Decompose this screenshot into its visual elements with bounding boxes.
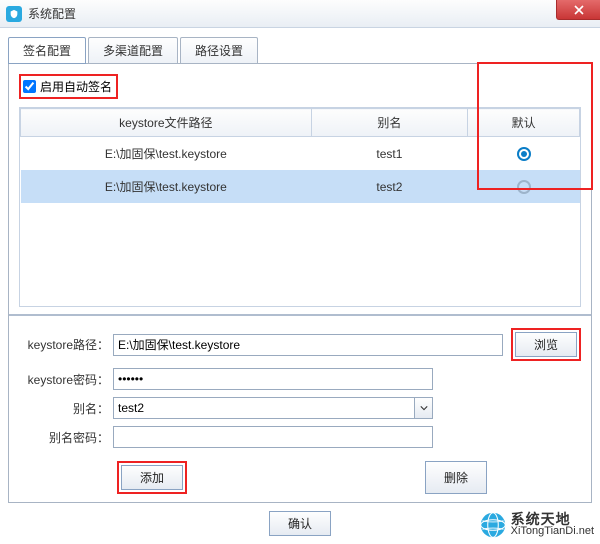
tab-panel: 启用自动签名 keystore文件路径 别名 默认 E:\加固保\test.ke…	[8, 63, 592, 503]
tab-signature-config[interactable]: 签名配置	[8, 37, 86, 64]
label-keystore-pwd: keystore密码：	[19, 371, 113, 388]
table-row[interactable]: E:\加固保\test.keystore test2	[21, 170, 580, 203]
radio-default-icon[interactable]	[517, 147, 531, 161]
enable-auto-sign-checkbox[interactable]	[23, 80, 36, 93]
select-alias[interactable]	[113, 397, 433, 419]
browse-button[interactable]: 浏览	[515, 332, 577, 357]
add-highlight: 添加	[117, 461, 187, 494]
cell-alias: test1	[311, 137, 468, 171]
input-alias-pwd[interactable]	[113, 426, 433, 448]
col-header-alias: 别名	[311, 109, 468, 137]
enable-auto-sign-label: 启用自动签名	[40, 78, 112, 95]
add-delete-row: 添加 删除	[117, 455, 487, 498]
input-keystore-pwd[interactable]	[113, 368, 433, 390]
delete-button[interactable]: 删除	[425, 461, 487, 494]
table-row[interactable]: E:\加固保\test.keystore test1	[21, 137, 580, 171]
col-header-default: 默认	[468, 109, 580, 137]
cell-default[interactable]	[468, 170, 580, 203]
cell-default[interactable]	[468, 137, 580, 171]
label-alias: 别名：	[19, 400, 113, 417]
input-alias[interactable]	[114, 398, 414, 418]
row-alias: 别名：	[19, 397, 581, 419]
label-keystore-path: keystore路径：	[19, 336, 113, 353]
brand-text: 系统天地 XiTongTianDi.net	[511, 513, 594, 537]
title-bar: 系统配置	[0, 0, 600, 28]
cell-path: E:\加固保\test.keystore	[21, 137, 312, 171]
enable-auto-sign-row[interactable]: 启用自动签名	[19, 74, 118, 99]
cell-alias: test2	[311, 170, 468, 203]
close-button[interactable]	[556, 0, 600, 20]
row-keystore-pwd: keystore密码：	[19, 368, 581, 390]
tab-multichannel-config[interactable]: 多渠道配置	[88, 37, 178, 64]
globe-icon	[479, 511, 507, 539]
brand-url: XiTongTianDi.net	[511, 525, 594, 537]
row-alias-pwd: 别名密码：	[19, 426, 581, 448]
radio-default-icon[interactable]	[517, 180, 531, 194]
tab-bar: 签名配置 多渠道配置 路径设置	[8, 37, 592, 64]
chevron-down-icon[interactable]	[414, 398, 432, 418]
brand-name: 系统天地	[511, 513, 594, 525]
col-header-path: keystore文件路径	[21, 109, 312, 137]
input-keystore-path[interactable]	[113, 334, 503, 356]
tab-path-settings[interactable]: 路径设置	[180, 37, 258, 64]
ok-button[interactable]: 确认	[269, 511, 331, 536]
add-button[interactable]: 添加	[121, 465, 183, 490]
brand-watermark: 系统天地 XiTongTianDi.net	[479, 511, 594, 539]
content-area: 签名配置 多渠道配置 路径设置 启用自动签名 keystore文件路径 别名 默…	[0, 28, 600, 544]
keystore-table: keystore文件路径 别名 默认 E:\加固保\test.keystore …	[19, 107, 581, 307]
table-header-row: keystore文件路径 别名 默认	[21, 109, 580, 137]
app-icon	[6, 6, 22, 22]
form-area: keystore路径： 浏览 keystore密码： 别名：	[9, 314, 591, 502]
label-alias-pwd: 别名密码：	[19, 429, 113, 446]
window-title: 系统配置	[28, 5, 76, 22]
cell-path: E:\加固保\test.keystore	[21, 170, 312, 203]
row-keystore-path: keystore路径： 浏览	[19, 328, 581, 361]
browse-highlight: 浏览	[511, 328, 581, 361]
